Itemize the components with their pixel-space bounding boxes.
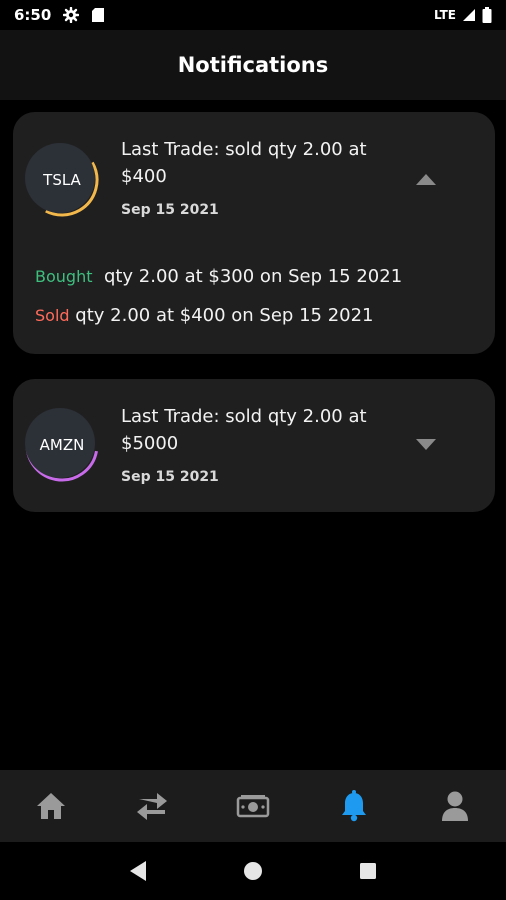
status-time: 6:50 — [14, 6, 52, 24]
cash-icon — [236, 795, 270, 818]
avatar: TSLA — [24, 142, 100, 218]
trade-date: Sep 15 2021 — [121, 202, 219, 218]
battery-icon — [482, 7, 492, 23]
sd-card-icon — [92, 8, 105, 22]
stock-symbol: AMZN — [39, 436, 85, 454]
notification-card-tsla[interactable]: TSLA Last Trade: sold qty 2.00 at $400 S… — [13, 112, 495, 354]
nav-home[interactable] — [0, 770, 101, 842]
trade-date: Sep 15 2021 — [121, 469, 219, 485]
transfer-icon — [136, 793, 167, 820]
nav-cash[interactable] — [202, 770, 303, 842]
sold-detail: qty 2.00 at $400 on Sep 15 2021 — [75, 305, 374, 326]
trade-title: Last Trade: sold qty 2.00 at $5000 — [121, 406, 367, 454]
gear-icon — [63, 7, 80, 23]
page-title: Notifications — [177, 53, 329, 77]
chevron-down-icon — [416, 439, 436, 450]
trade-title: Last Trade: sold qty 2.00 at $400 — [121, 139, 367, 187]
signal-icon — [463, 9, 475, 21]
bought-tag: Bought — [35, 267, 93, 286]
app-header: Notifications — [0, 30, 506, 100]
bought-detail: qty 2.00 at $300 on Sep 15 2021 — [103, 266, 403, 287]
home-circle-icon — [243, 862, 262, 880]
back-icon — [129, 861, 146, 881]
expand-button[interactable] — [413, 435, 439, 455]
home-icon — [36, 793, 65, 819]
system-nav — [0, 842, 506, 900]
user-icon — [442, 791, 469, 821]
recents-icon — [360, 863, 377, 879]
stock-symbol: TSLA — [43, 171, 81, 189]
notification-card-amzn[interactable]: AMZN Last Trade: sold qty 2.00 at $5000 … — [13, 379, 495, 512]
status-bar: 6:50 LTE — [0, 0, 506, 30]
history-sold: Sold qty 2.00 at $400 on Sep 15 2021 — [35, 305, 374, 326]
nav-profile[interactable] — [405, 770, 506, 842]
chevron-up-icon — [416, 174, 436, 185]
system-home-button[interactable] — [233, 851, 273, 891]
sold-tag: Sold — [35, 306, 70, 325]
nav-transfer[interactable] — [101, 770, 202, 842]
bell-icon — [342, 790, 367, 822]
nav-notifications[interactable] — [304, 770, 405, 842]
history-bought: Bought qty 2.00 at $300 on Sep 15 2021 — [35, 266, 402, 287]
avatar: AMZN — [24, 407, 100, 483]
system-recents-button[interactable] — [348, 851, 388, 891]
bottom-nav — [0, 770, 506, 842]
system-back-button[interactable] — [118, 851, 158, 891]
collapse-button[interactable] — [413, 169, 439, 189]
network-type: LTE — [433, 8, 456, 22]
